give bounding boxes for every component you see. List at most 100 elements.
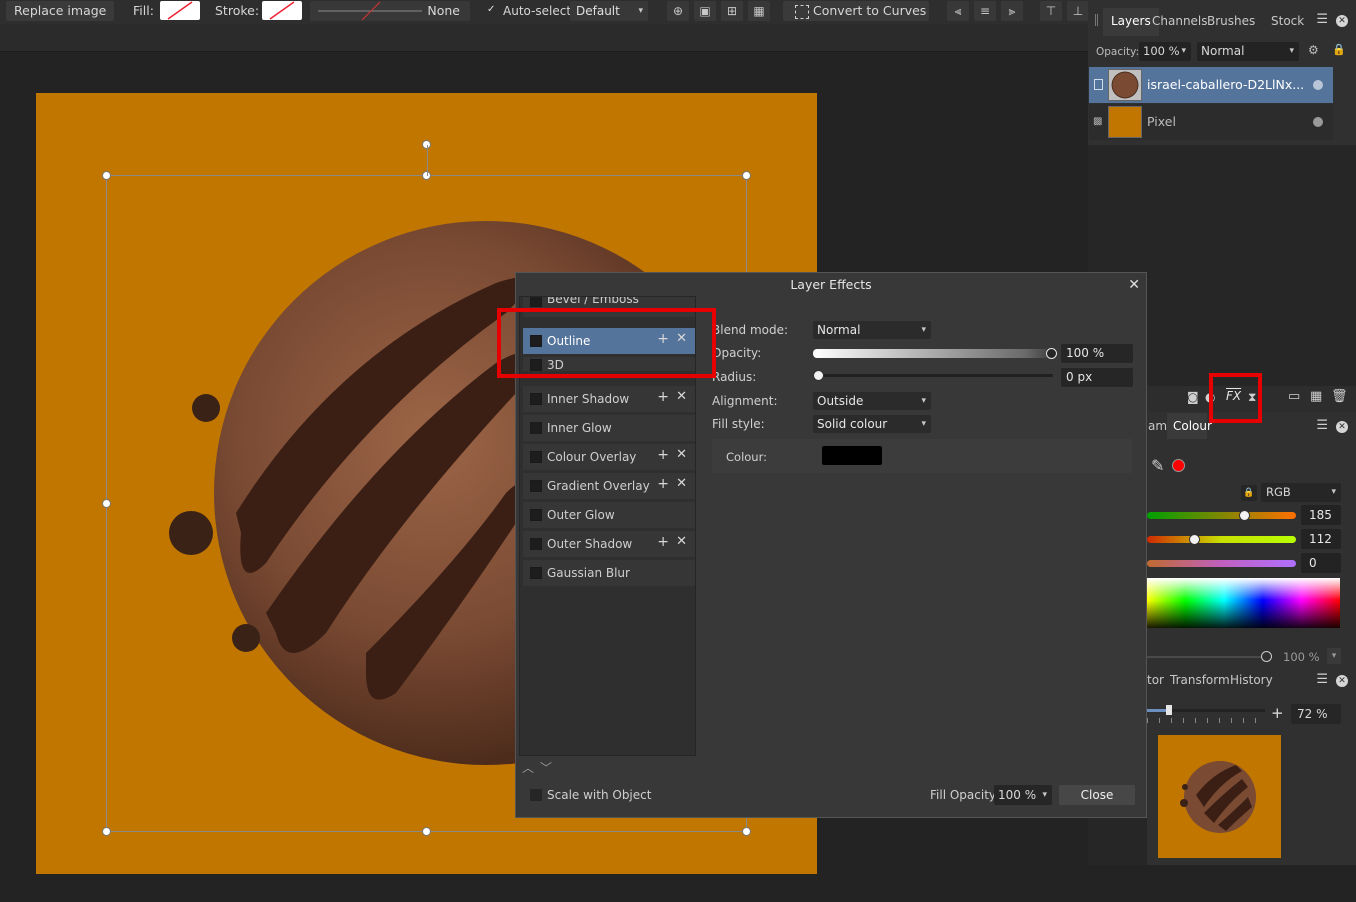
layer-visibility-dot[interactable] [1313,117,1323,127]
radius-value[interactable]: 0 px [1061,368,1133,387]
add-pixel-layer-icon[interactable]: ▦ [1310,389,1322,404]
gear-icon[interactable]: ⚙ [1308,43,1319,57]
fx-checkbox[interactable] [530,297,542,307]
red-slider[interactable] [1147,512,1296,519]
opacity-slider[interactable] [1147,656,1265,658]
lock-icon[interactable]: 🔒 [1241,485,1257,501]
close-icon[interactable]: ✕ [1128,277,1140,293]
tab-brushes[interactable]: Brushes [1207,14,1255,28]
layer-visibility-dot[interactable] [1313,80,1323,90]
radius-knob[interactable] [813,370,824,381]
tab-history[interactable]: History [1230,673,1273,687]
tab-channels[interactable]: Channels [1152,14,1208,28]
snap-icon[interactable]: ⊞ [721,1,743,21]
zoom-in-icon[interactable]: + [1271,704,1284,722]
fill-style-dropdown[interactable]: Solid colour ▾ [813,415,931,433]
replace-image-button[interactable]: Replace image [6,1,115,21]
auto-select-dropdown[interactable]: Default ▾ [570,1,648,21]
remove-icon[interactable]: ✕ [676,389,687,404]
scale-with-object-checkbox[interactable] [530,789,542,801]
convert-to-curves-button[interactable]: Convert to Curves [783,1,929,21]
fx-opacity-slider[interactable] [813,349,1049,358]
opacity-slider-knob[interactable] [1261,651,1272,662]
green-slider[interactable] [1147,536,1296,543]
remove-icon[interactable]: ✕ [676,476,687,491]
add-icon[interactable]: + [657,534,669,550]
fx-checkbox[interactable] [530,538,542,550]
alignment-dropdown[interactable]: Outside ▾ [813,392,931,410]
navigator-preview[interactable] [1158,735,1281,858]
panel-grip-icon[interactable] [1095,14,1098,26]
blue-slider[interactable] [1147,560,1296,567]
close-icon[interactable]: ✕ [1336,675,1348,687]
panel-menu-icon[interactable]: ☰ [1316,418,1328,433]
fx-item-outer-glow[interactable]: Outer Glow [523,502,695,528]
zoom-value[interactable]: 72 % [1291,704,1341,724]
fx-checkbox[interactable] [530,393,542,405]
fx-blend-mode-dropdown[interactable]: Normal ▾ [813,321,931,339]
fill-swatch[interactable] [160,1,200,20]
blue-value[interactable]: 0 [1301,553,1341,573]
resize-handle-bottom-right[interactable] [742,827,751,836]
fx-opacity-value[interactable]: 100 % [1061,344,1133,363]
fx-item-outer-shadow[interactable]: Outer Shadow + ✕ [523,531,695,557]
remove-icon[interactable]: ✕ [676,534,687,549]
align-center-icon[interactable]: ≡ [974,1,996,21]
add-icon[interactable]: + [657,447,669,463]
resize-handle-left[interactable] [102,499,111,508]
current-colour-swatch[interactable] [1172,459,1185,472]
layer-visibility-icon[interactable] [1094,79,1103,90]
resize-handle-top-right[interactable] [742,171,751,180]
green-slider-knob[interactable] [1189,534,1200,545]
mask-icon[interactable]: ◙ [1187,390,1199,404]
green-value[interactable]: 112 [1301,529,1341,549]
align-right-icon[interactable]: ⫸ [1001,1,1023,21]
tab-navigator-partial[interactable]: tor [1147,673,1164,687]
close-button[interactable]: Close [1059,785,1135,805]
trash-icon[interactable]: 🗑 [1331,389,1348,404]
close-icon[interactable]: ✕ [1336,421,1348,433]
fx-checkbox[interactable] [530,567,542,579]
resize-handle-bottom[interactable] [422,827,431,836]
radius-slider[interactable] [813,374,1053,377]
layer-row-image[interactable]: israel-caballero-D2LlNx... [1089,67,1333,103]
blend-mode-dropdown[interactable]: Normal ▾ [1197,42,1299,61]
fx-item-inner-shadow[interactable]: Inner Shadow + ✕ [523,386,695,412]
grid-icon[interactable]: ▦ [748,1,770,21]
resize-handle-bottom-left[interactable] [102,827,111,836]
tab-colour[interactable]: Colour [1173,419,1212,433]
remove-icon[interactable]: ✕ [676,447,687,462]
align-left-icon[interactable]: ⫷ [947,1,969,21]
chevron-down-icon[interactable]: ▾ [1327,648,1341,664]
tab-layers[interactable]: Layers [1111,14,1151,28]
panel-menu-icon[interactable]: ☰ [1316,672,1328,687]
lock-icon[interactable]: 🔒 [1332,43,1346,56]
bbox-icon[interactable]: ▣ [694,1,716,21]
line-style-dropdown[interactable]: None [310,1,470,21]
tab-stock[interactable]: Stock [1271,14,1304,28]
align-top-icon[interactable]: ⊤ [1040,1,1062,21]
fx-item-gaussian-blur[interactable]: Gaussian Blur [523,560,695,586]
layer-opacity-dropdown[interactable]: 100 % ▾ [1139,42,1191,61]
layer-row-pixel[interactable]: ▩ Pixel [1089,104,1333,140]
fx-item-gradient-overlay[interactable]: Gradient Overlay + ✕ [523,473,695,499]
red-slider-knob[interactable] [1239,510,1250,521]
fx-opacity-knob[interactable] [1046,348,1057,359]
fx-checkbox[interactable] [530,480,542,492]
stroke-swatch[interactable] [262,1,302,20]
fx-item-colour-overlay[interactable]: Colour Overlay + ✕ [523,444,695,470]
fx-checkbox[interactable] [530,422,542,434]
fill-opacity-dropdown[interactable]: 100 % ▾ [994,785,1052,805]
transform-origin-icon[interactable]: ⊕ [667,1,689,21]
folder-icon[interactable]: ▭ [1288,389,1300,404]
outline-colour-swatch[interactable] [822,446,882,465]
zoom-slider-knob[interactable] [1166,705,1172,715]
eyedropper-icon[interactable]: ✎ [1151,456,1164,475]
align-middle-icon[interactable]: ⊥ [1067,1,1089,21]
panel-menu-icon[interactable]: ☰ [1316,12,1328,27]
fx-checkbox[interactable] [530,509,542,521]
fx-item-inner-glow[interactable]: Inner Glow [523,415,695,441]
auto-select-checkbox[interactable]: ✓ [487,5,497,15]
fx-checkbox[interactable] [530,451,542,463]
tab-transform[interactable]: Transform [1170,673,1230,687]
